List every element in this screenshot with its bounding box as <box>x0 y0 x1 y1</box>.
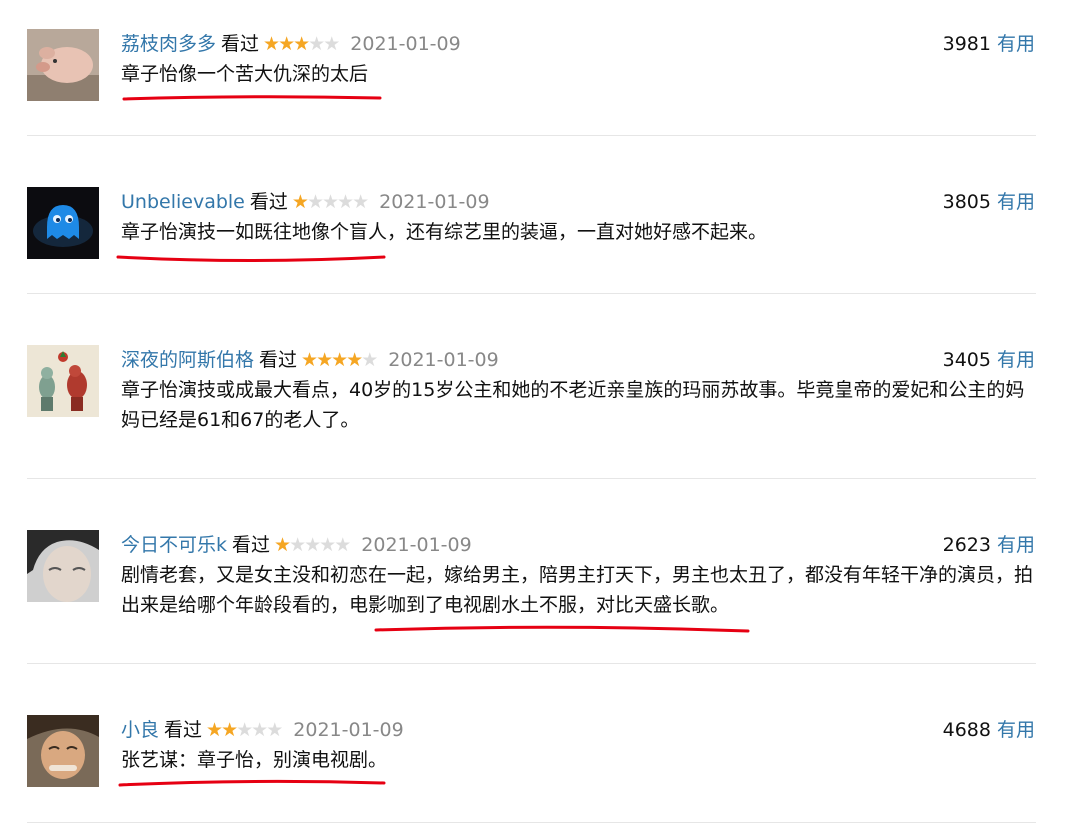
useful-button[interactable]: 有用 <box>997 349 1035 371</box>
portrait-avatar-icon <box>27 530 99 602</box>
watched-label: 看过 <box>221 33 260 55</box>
star-icon: ★ <box>346 349 363 371</box>
star-icon: ★ <box>306 191 324 213</box>
star-icon: ★ <box>323 33 340 55</box>
useful-button[interactable]: 有用 <box>997 191 1035 213</box>
divider <box>27 293 1036 294</box>
star-icon: ★ <box>361 349 378 371</box>
review-meta: 小良 看过 ★★★★★ 2021-01-09 <box>121 715 404 745</box>
star-icon: ★ <box>304 534 321 556</box>
avatar[interactable] <box>27 29 99 101</box>
star-icon: ★ <box>319 534 336 556</box>
username-link[interactable]: 小良 <box>121 719 159 741</box>
vote-block: 3805 有用 <box>943 187 1035 217</box>
review-date: 2021-01-09 <box>379 191 490 213</box>
divider <box>27 135 1036 136</box>
username-link[interactable]: 今日不可乐k <box>121 534 227 556</box>
avatar[interactable] <box>27 345 99 417</box>
watched-label: 看过 <box>259 349 298 371</box>
vote-block: 2623 有用 <box>943 530 1035 560</box>
vote-block: 3981 有用 <box>943 29 1035 59</box>
portrait-avatar-icon <box>27 715 99 787</box>
rating-stars: ★★★★★ <box>291 187 369 217</box>
review-meta: Unbelievable 看过 ★★★★★ 2021-01-09 <box>121 187 490 217</box>
review-content: 章子怡演技一如既往地像个盲人，还有综艺里的装逼，一直对她好感不起来。 <box>121 221 768 243</box>
rating-stars: ★★★★★ <box>263 29 340 59</box>
star-icon: ★ <box>278 33 295 55</box>
ghost-avatar-icon <box>27 187 99 259</box>
vote-count: 3405 <box>942 349 991 371</box>
review-meta: 深夜的阿斯伯格 看过 ★★★★★ 2021-01-09 <box>121 345 499 375</box>
review-content: 剧情老套，又是女主没和初恋在一起，嫁给男主，陪男主打天下，男主也太丑了，都没有年… <box>121 564 1034 616</box>
vote-block: 4688 有用 <box>943 715 1035 745</box>
username-link[interactable]: 荔枝肉多多 <box>121 33 216 55</box>
avatar[interactable] <box>27 187 99 259</box>
star-icon: ★ <box>266 719 283 741</box>
review-content: 章子怡演技或成最大看点，40岁的15岁公主和她的不老近亲皇族的玛丽苏故事。毕竟皇… <box>121 379 1025 431</box>
creatures-avatar-icon <box>27 345 99 417</box>
username-link[interactable]: 深夜的阿斯伯格 <box>121 349 254 371</box>
pig-avatar-icon <box>27 29 99 101</box>
review-meta: 今日不可乐k 看过 ★★★★★ 2021-01-09 <box>121 530 472 560</box>
star-icon: ★ <box>221 719 238 741</box>
star-icon: ★ <box>331 349 348 371</box>
rating-stars: ★★★★★ <box>301 345 378 375</box>
star-icon: ★ <box>352 191 369 213</box>
star-icon: ★ <box>263 33 280 55</box>
review-date: 2021-01-09 <box>361 534 472 556</box>
vote-count: 2623 <box>942 534 991 556</box>
star-icon: ★ <box>289 534 306 556</box>
star-icon: ★ <box>251 719 268 741</box>
star-icon: ★ <box>291 191 309 213</box>
review-date: 2021-01-09 <box>350 33 461 55</box>
vote-count: 3805 <box>942 191 991 213</box>
star-icon: ★ <box>274 534 291 556</box>
username-link[interactable]: Unbelievable <box>121 191 245 213</box>
divider <box>27 663 1036 664</box>
star-icon: ★ <box>206 719 223 741</box>
review-meta: 荔枝肉多多 看过 ★★★★★ 2021-01-09 <box>121 29 461 59</box>
star-icon: ★ <box>301 349 318 371</box>
review-content: 张艺谋：章子怡，别演电视剧。 <box>121 749 388 771</box>
star-icon: ★ <box>337 191 354 213</box>
watched-label: 看过 <box>164 719 203 741</box>
divider <box>27 478 1036 479</box>
star-icon: ★ <box>334 534 351 556</box>
rating-stars: ★★★★★ <box>206 715 283 745</box>
avatar[interactable] <box>27 530 99 602</box>
useful-button[interactable]: 有用 <box>997 33 1035 55</box>
rating-stars: ★★★★★ <box>274 530 351 560</box>
review-date: 2021-01-09 <box>388 349 499 371</box>
watched-label: 看过 <box>249 191 288 213</box>
useful-button[interactable]: 有用 <box>997 719 1035 741</box>
vote-count: 4688 <box>942 719 991 741</box>
useful-button[interactable]: 有用 <box>997 534 1035 556</box>
avatar[interactable] <box>27 715 99 787</box>
vote-count: 3981 <box>942 33 991 55</box>
divider <box>27 822 1036 823</box>
star-icon: ★ <box>293 33 310 55</box>
star-icon: ★ <box>236 719 253 741</box>
watched-label: 看过 <box>232 534 271 556</box>
star-icon: ★ <box>316 349 333 371</box>
star-icon: ★ <box>321 191 339 213</box>
star-icon: ★ <box>308 33 325 55</box>
review-content: 章子怡像一个苦大仇深的太后 <box>121 63 369 85</box>
vote-block: 3405 有用 <box>943 345 1035 375</box>
review-date: 2021-01-09 <box>293 719 404 741</box>
